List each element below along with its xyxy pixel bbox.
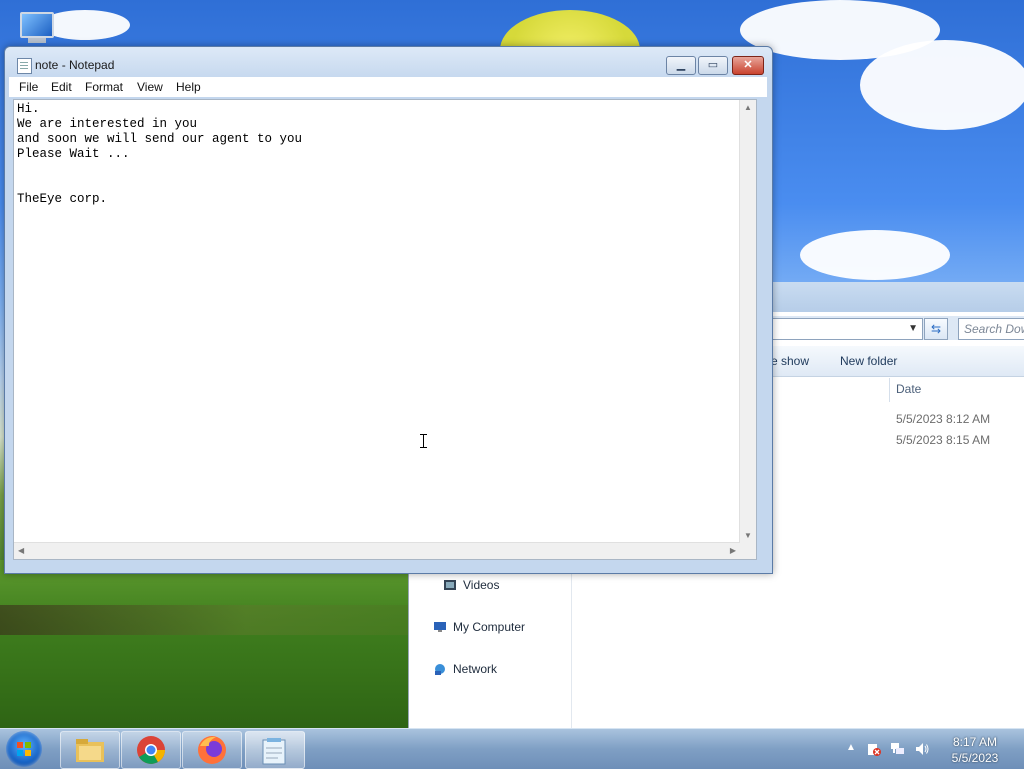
- notepad-icon: [17, 58, 32, 74]
- clock[interactable]: 8:17 AM 5/5/2023: [940, 734, 1010, 766]
- menu-format[interactable]: Format: [85, 80, 123, 94]
- search-input[interactable]: Search Downloads: [958, 318, 1024, 340]
- file-row-date[interactable]: 5/5/2023 8:12 AM: [896, 412, 990, 426]
- minimize-button[interactable]: ▁: [666, 56, 696, 75]
- taskbar-chrome[interactable]: [121, 731, 181, 769]
- column-header-date[interactable]: Date: [896, 382, 921, 396]
- notepad-titlebar[interactable]: note - Notepad ▁ ▭ ✕: [5, 47, 772, 81]
- window-title: note - Notepad: [35, 58, 115, 72]
- scroll-up-icon[interactable]: ▲: [744, 103, 752, 112]
- clock-date: 5/5/2023: [951, 751, 999, 765]
- resize-grip[interactable]: [740, 543, 756, 559]
- scroll-down-icon[interactable]: ▼: [744, 531, 752, 540]
- network-status-icon[interactable]: [890, 741, 906, 757]
- notepad-icon: [262, 738, 286, 765]
- wallpaper-hills: [0, 560, 410, 728]
- taskbar-firefox[interactable]: [182, 731, 242, 769]
- wallpaper-cloud: [800, 230, 950, 280]
- videos-icon: [444, 580, 456, 590]
- menu-help[interactable]: Help: [176, 80, 201, 94]
- address-bar[interactable]: ▼: [769, 318, 923, 340]
- menu-bar: File Edit Format View Help: [9, 77, 767, 97]
- menu-view[interactable]: View: [137, 80, 163, 94]
- vertical-scrollbar[interactable]: ▲ ▼: [739, 100, 756, 543]
- new-folder-button[interactable]: New folder: [840, 354, 897, 368]
- menu-file[interactable]: File: [19, 80, 38, 94]
- document-text[interactable]: Hi. We are interested in you and soon we…: [17, 102, 302, 207]
- volume-icon[interactable]: [914, 741, 930, 757]
- nav-item-network[interactable]: Network: [433, 662, 497, 676]
- wallpaper-field: [0, 605, 410, 635]
- refresh-icon[interactable]: ⇆: [924, 318, 948, 340]
- text-editor[interactable]: Hi. We are interested in you and soon we…: [13, 99, 757, 560]
- maximize-button[interactable]: ▭: [698, 56, 728, 75]
- action-center-icon[interactable]: [866, 741, 882, 757]
- taskbar-file-explorer[interactable]: [60, 731, 120, 769]
- firefox-icon: [198, 736, 226, 764]
- scroll-left-icon[interactable]: ◀: [18, 546, 24, 555]
- column-divider[interactable]: [889, 378, 890, 402]
- close-button[interactable]: ✕: [732, 56, 764, 75]
- horizontal-scrollbar[interactable]: ◀ ▶: [14, 542, 740, 559]
- chevron-down-icon[interactable]: ▼: [908, 323, 918, 334]
- chrome-icon: [137, 736, 165, 764]
- navigation-pane: Videos My Computer Network: [409, 572, 572, 728]
- show-hidden-icons-icon[interactable]: ▲: [846, 742, 856, 753]
- windows-logo-icon: [17, 742, 31, 756]
- computer-icon: [434, 622, 446, 632]
- slideshow-button[interactable]: e show: [771, 354, 809, 368]
- taskbar-notepad[interactable]: [245, 731, 305, 769]
- notepad-window[interactable]: note - Notepad ▁ ▭ ✕ File Edit Format Vi…: [4, 46, 773, 574]
- ibeam-cursor-icon: [420, 434, 427, 448]
- file-explorer-icon: [76, 739, 104, 762]
- nav-item-videos[interactable]: Videos: [443, 578, 499, 592]
- clock-time: 8:17 AM: [952, 735, 998, 749]
- computer-desktop-icon[interactable]: [14, 8, 58, 48]
- network-icon: [435, 664, 445, 675]
- taskbar: ▲ 8:17 AM 5/5/2023: [0, 728, 1024, 769]
- scroll-right-icon[interactable]: ▶: [730, 546, 736, 555]
- nav-item-my-computer[interactable]: My Computer: [433, 620, 525, 634]
- wallpaper-cloud: [860, 40, 1024, 130]
- start-button[interactable]: [6, 731, 42, 767]
- file-row-date[interactable]: 5/5/2023 8:15 AM: [896, 433, 990, 447]
- menu-edit[interactable]: Edit: [51, 80, 72, 94]
